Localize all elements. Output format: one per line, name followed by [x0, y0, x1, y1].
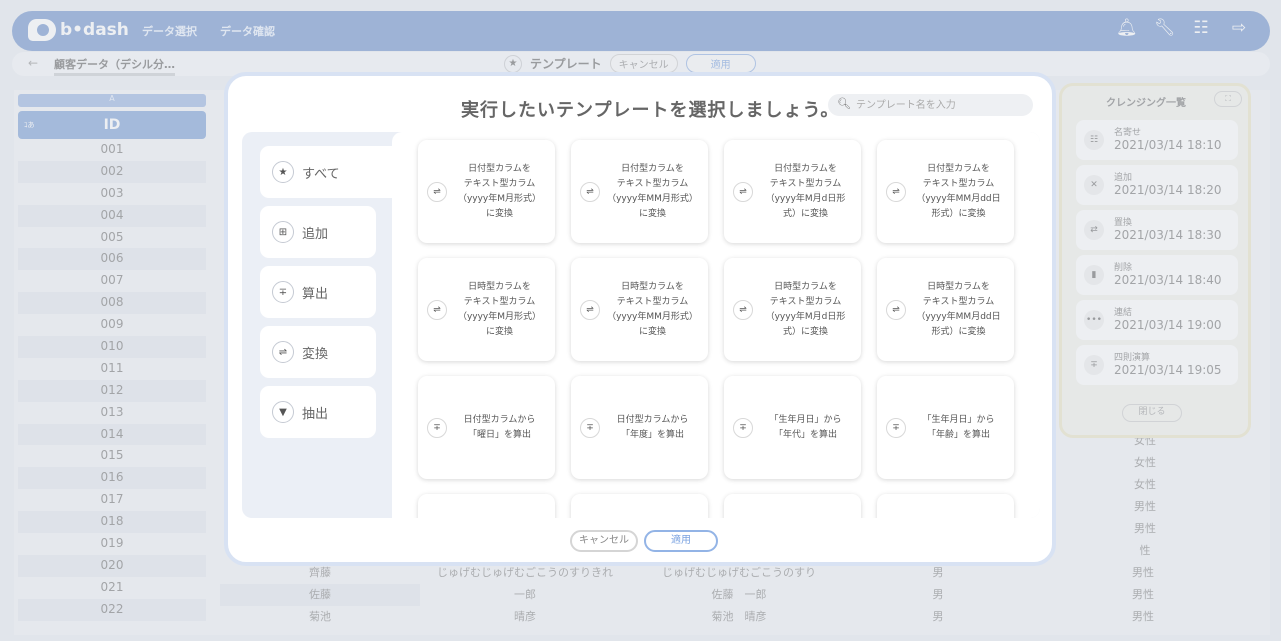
filter-icon: ▼: [272, 401, 294, 423]
convert-icon: ⇌: [733, 182, 753, 202]
template-card[interactable]: ⇌ 日付型カラムを テキスト型カラム （yyyy年M月形式） に変換: [418, 140, 555, 243]
template-card-label: 日付型カラムから 「年度」を算出: [616, 414, 689, 440]
template-search: 🔍︎: [828, 94, 1033, 116]
category-label: すべて: [302, 166, 340, 182]
convert-icon: ⇌: [580, 182, 600, 202]
template-card-label: 「生年月日」から 「年齢」を算出: [922, 414, 995, 440]
template-card-label: 日付型カラムから 「曜日」を算出: [463, 414, 536, 440]
template-card[interactable]: ⇌ 日時型カラムを テキスト型カラム （yyyy年M月形式） に変換: [418, 258, 555, 361]
template-card-label: 日付型カラムを テキスト型カラム （yyyy年MM月形式） に変換: [607, 163, 698, 219]
template-card[interactable]: ∓ 「生年月日」から 「年代」を算出: [724, 376, 861, 479]
template-card-label: 日時型カラムを テキスト型カラム （yyyy年MM月dd日 形式）に変換: [916, 281, 1001, 337]
template-modal: 実行したいテンプレートを選択しましょう。 🔍︎ ★ すべて ⊞ 追加 ∓ 算出 ⇌ 変換 ▼ 抽出…: [224, 72, 1056, 566]
category-label: 抽出: [302, 406, 329, 422]
convert-icon: ⇌: [733, 300, 753, 320]
modal-title: 実行したいテンプレートを選択しましょう。: [461, 100, 840, 121]
search-icon: 🔍︎: [837, 97, 851, 110]
convert-icon: ⇌: [427, 300, 447, 320]
template-card[interactable]: ⇌ 日付型カラムを テキスト型カラム （yyyy年MM月dd日 形式）に変換: [877, 140, 1014, 243]
template-card-grid: ⇌ 日付型カラムを テキスト型カラム （yyyy年M月形式） に変換 ⇌ 日付型カラム…: [392, 132, 1040, 518]
template-card-label: 日付型カラムを テキスト型カラム （yyyy年M月形式） に変換: [457, 163, 542, 219]
template-card[interactable]: ⇌ 日時型カラムを テキスト型カラム （yyyy年MM月dd日 形式）に変換: [877, 258, 1014, 361]
category-item-3[interactable]: ⇌ 変換: [260, 326, 376, 378]
calc-icon: ∓: [886, 418, 906, 438]
convert-icon: ⇌: [580, 300, 600, 320]
template-card-label: 「生年月日」から 「年代」を算出: [769, 414, 842, 440]
category-label: 変換: [302, 346, 329, 362]
template-card-label: 日付型カラムを テキスト型カラム （yyyy年MM月dd日 形式）に変換: [916, 163, 1001, 219]
category-label: 追加: [302, 226, 329, 242]
template-card-partial[interactable]: [418, 494, 555, 518]
category-all[interactable]: ★ すべて: [260, 146, 400, 198]
category-item-4[interactable]: ▼ 抽出: [260, 386, 376, 438]
template-search-input[interactable]: [856, 97, 1026, 113]
template-card[interactable]: ∓ 日付型カラムから 「年度」を算出: [571, 376, 708, 479]
template-card-label: 日付型カラムを テキスト型カラム （yyyy年M月d日形 式）に変換: [765, 163, 846, 219]
template-card[interactable]: ∓ 日付型カラムから 「曜日」を算出: [418, 376, 555, 479]
template-card[interactable]: ⇌ 日付型カラムを テキスト型カラム （yyyy年MM月形式） に変換: [571, 140, 708, 243]
star-icon: ★: [272, 161, 294, 183]
category-item-2[interactable]: ∓ 算出: [260, 266, 376, 318]
convert-icon: ⇌: [886, 182, 906, 202]
modal-body: ★ すべて ⊞ 追加 ∓ 算出 ⇌ 変換 ▼ 抽出 ⇌ 日付型カラムを テキスト型カラム （yyyy…: [242, 132, 1040, 518]
calc-icon: ∓: [733, 418, 753, 438]
category-item-1[interactable]: ⊞ 追加: [260, 206, 376, 258]
template-card-partial[interactable]: [724, 494, 861, 518]
convert-icon: ⇌: [427, 182, 447, 202]
calc-icon: ∓: [427, 418, 447, 438]
convert-icon: ⇌: [272, 341, 294, 363]
template-card-label: 日時型カラムを テキスト型カラム （yyyy年M月形式） に変換: [457, 281, 542, 337]
template-card-partial[interactable]: [877, 494, 1014, 518]
template-card[interactable]: ∓ 「生年月日」から 「年齢」を算出: [877, 376, 1014, 479]
calc-icon: ∓: [272, 281, 294, 303]
modal-cancel-button[interactable]: キャンセル: [570, 530, 638, 552]
template-card-partial[interactable]: [571, 494, 708, 518]
plus-box-icon: ⊞: [272, 221, 294, 243]
template-card[interactable]: ⇌ 日時型カラムを テキスト型カラム （yyyy年MM月形式） に変換: [571, 258, 708, 361]
template-card-label: 日時型カラムを テキスト型カラム （yyyy年M月d日形 式）に変換: [765, 281, 846, 337]
category-label: 算出: [302, 286, 329, 302]
modal-apply-button[interactable]: 適用: [644, 530, 718, 552]
template-card-label: 日時型カラムを テキスト型カラム （yyyy年MM月形式） に変換: [607, 281, 698, 337]
calc-icon: ∓: [580, 418, 600, 438]
template-card[interactable]: ⇌ 日時型カラムを テキスト型カラム （yyyy年M月d日形 式）に変換: [724, 258, 861, 361]
template-card[interactable]: ⇌ 日付型カラムを テキスト型カラム （yyyy年M月d日形 式）に変換: [724, 140, 861, 243]
convert-icon: ⇌: [886, 300, 906, 320]
